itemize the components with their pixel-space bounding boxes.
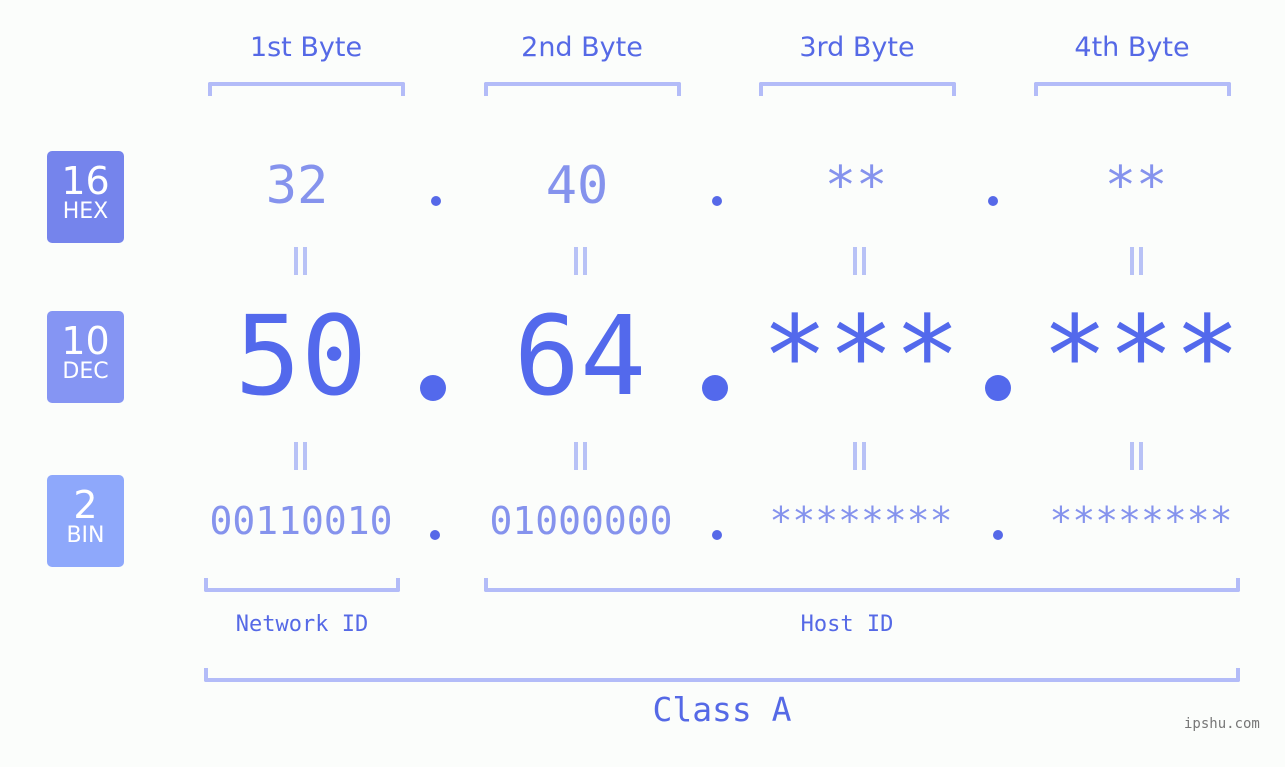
bin-value-1: 00110010 <box>209 499 393 543</box>
bin-value-4: ******** <box>1049 499 1233 543</box>
hex-base-number: 16 <box>61 159 110 203</box>
hex-badge: 16 HEX <box>47 151 124 243</box>
byte-bracket-3 <box>759 82 956 96</box>
hex-value-4: ** <box>1104 156 1168 216</box>
dec-base-number: 10 <box>61 319 110 363</box>
bin-base-label: BIN <box>66 523 105 548</box>
byte-bracket-2 <box>484 82 681 96</box>
dec-value-1: 50 <box>234 292 368 420</box>
dec-value-4: *** <box>1041 292 1241 420</box>
equals-icon <box>572 442 588 470</box>
equals-icon <box>851 247 867 275</box>
byte-bracket-4 <box>1034 82 1231 96</box>
hex-value-2: 40 <box>545 156 609 216</box>
byte-header-4: 4th Byte <box>1074 32 1190 63</box>
dec-separator-dot-3 <box>985 375 1011 401</box>
dec-value-2: 64 <box>513 292 647 420</box>
host-id-bracket <box>484 578 1240 592</box>
byte-header-2: 2nd Byte <box>521 32 643 63</box>
equals-icon <box>292 442 308 470</box>
network-id-label: Network ID <box>235 612 369 637</box>
equals-icon <box>1128 247 1144 275</box>
dec-separator-dot-2 <box>702 375 728 401</box>
equals-icon <box>292 247 308 275</box>
bin-separator-dot-3 <box>993 530 1003 540</box>
bin-base-number: 2 <box>73 483 98 527</box>
dec-value-3: *** <box>761 292 961 420</box>
equals-icon <box>1128 442 1144 470</box>
watermark: ipshu.com <box>1184 716 1260 732</box>
hex-separator-dot-2 <box>712 196 722 206</box>
class-label: Class A <box>652 690 792 729</box>
hex-value-1: 32 <box>265 156 329 216</box>
class-bracket <box>204 668 1240 682</box>
dec-base-label: DEC <box>62 359 109 384</box>
equals-icon <box>572 247 588 275</box>
bin-separator-dot-1 <box>430 530 440 540</box>
byte-header-3: 3rd Byte <box>799 32 915 63</box>
equals-icon <box>851 442 867 470</box>
hex-base-label: HEX <box>62 199 109 224</box>
hex-separator-dot-1 <box>431 196 441 206</box>
bin-badge: 2 BIN <box>47 475 124 567</box>
dec-separator-dot-1 <box>420 375 446 401</box>
hex-separator-dot-3 <box>988 196 998 206</box>
bin-value-2: 01000000 <box>489 499 673 543</box>
byte-header-1: 1st Byte <box>249 32 363 63</box>
bin-separator-dot-2 <box>712 530 722 540</box>
network-id-bracket <box>204 578 400 592</box>
host-id-label: Host ID <box>800 612 894 637</box>
dec-badge: 10 DEC <box>47 311 124 403</box>
hex-value-3: ** <box>824 156 888 216</box>
byte-bracket-1 <box>208 82 405 96</box>
bin-value-3: ******** <box>769 499 953 543</box>
